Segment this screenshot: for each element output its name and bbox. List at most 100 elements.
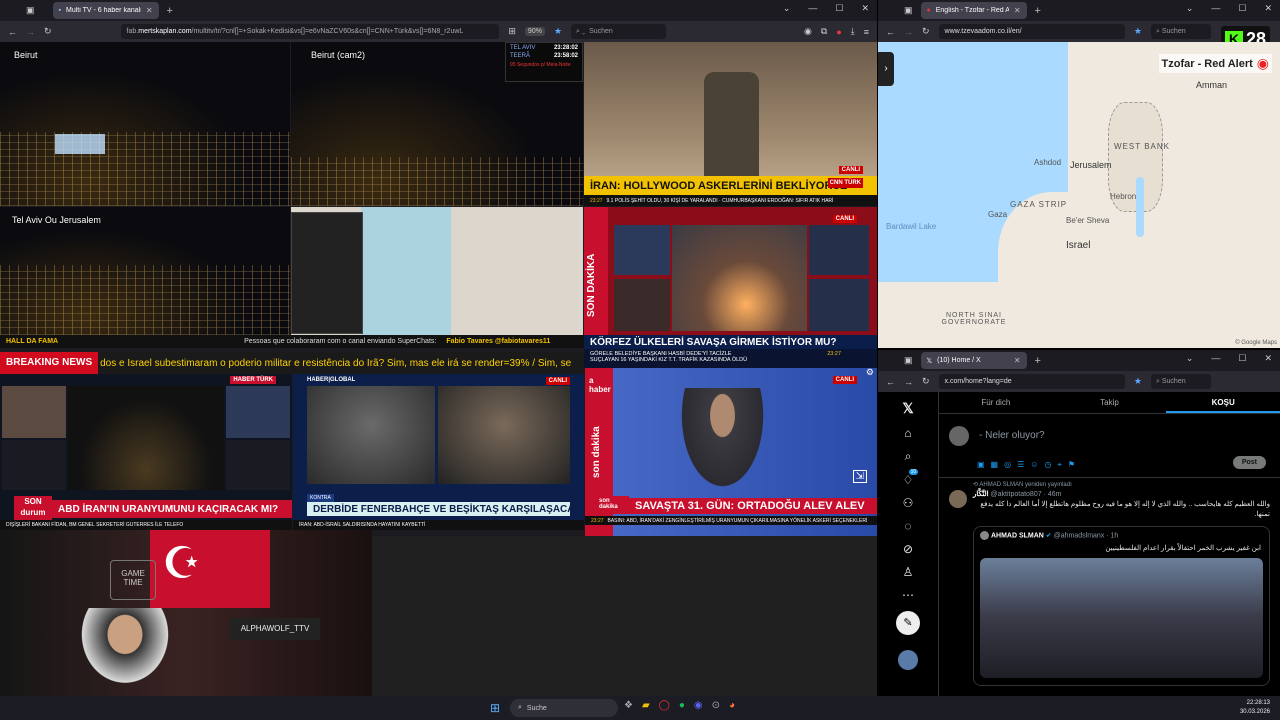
post-button[interactable]: Post	[1232, 456, 1266, 469]
profile-icon[interactable]: ♙	[903, 565, 914, 579]
x-logo-icon[interactable]: 𝕏	[902, 400, 913, 417]
close-tab-icon[interactable]: ✕	[1014, 356, 1021, 365]
back-icon[interactable]: ←	[886, 377, 895, 387]
haberturk-ticker-text: DIŞİŞLERİ BAKANI FİDAN, BM GENEL SEKRETE…	[6, 522, 184, 528]
spotify-icon[interactable]: ●	[679, 700, 685, 711]
new-tab-button[interactable]: +	[1035, 5, 1041, 17]
address-bar[interactable]: x.com/home?lang=de	[938, 374, 1125, 389]
maximize-button[interactable]: ☐	[1238, 3, 1246, 14]
pip-icon[interactable]: ⇲	[852, 470, 867, 483]
minimize-button[interactable]: —	[808, 3, 817, 14]
forward-icon[interactable]: →	[904, 377, 913, 387]
back-icon[interactable]: ←	[886, 27, 895, 37]
tweet[interactable]: ⟲ AHMAD SLMAN yeniden yayınladı التَّكَّ…	[939, 478, 1280, 696]
back-icon[interactable]: ←	[8, 27, 17, 37]
search-box[interactable]: ⌕ Suchen	[1151, 24, 1211, 39]
map-screen-capture[interactable]	[291, 207, 583, 335]
firefox-view-icon[interactable]: ▣	[904, 355, 913, 366]
discord-icon[interactable]: ◉	[694, 700, 703, 711]
compose-post-button[interactable]: ✎	[896, 611, 920, 635]
grok-icon[interactable]: ⊘	[903, 542, 913, 556]
close-tab-icon[interactable]: ✕	[146, 6, 153, 15]
close-tab-icon[interactable]: ✕	[1014, 6, 1021, 15]
maximize-button[interactable]: ☐	[835, 3, 843, 14]
alert-map[interactable]: › Tzofar - Red Alert ◉ Amman WEST BANK J…	[878, 42, 1280, 348]
forward-icon[interactable]: →	[904, 27, 913, 37]
ahaber-stream[interactable]: a haber son dakika CANLI ⚙ ⇲ son dakika …	[585, 368, 877, 536]
downloads-icon[interactable]: ⤓	[851, 26, 855, 37]
close-window-button[interactable]: ✕	[861, 3, 869, 14]
cam-beirut[interactable]: Beirut	[0, 42, 290, 206]
haberglobal-stream[interactable]: HABER|GLOBAL CANLI KONTRA DERBİDE FENERB…	[293, 374, 584, 530]
haberglobal-logo: HABER|GLOBAL	[307, 377, 356, 383]
forward-icon[interactable]: →	[26, 27, 35, 37]
compose-input[interactable]: - Neler oluyor?	[979, 430, 1045, 441]
steam-icon[interactable]: ⊙	[712, 700, 720, 711]
more-icon[interactable]: ⋯	[902, 588, 914, 602]
bookmark-star-icon[interactable]: ★	[1134, 376, 1142, 387]
zoom-level[interactable]: 90%	[524, 27, 545, 36]
maximize-button[interactable]: ☐	[1238, 353, 1246, 364]
search-box[interactable]: ⌕ Suchen	[1151, 374, 1211, 389]
reload-icon[interactable]: ↻	[922, 376, 930, 387]
ntv-side-strip: SON DAKİKA	[584, 207, 608, 335]
bookmark-star-icon[interactable]: ★	[1134, 26, 1142, 37]
list-tabs-icon[interactable]: ⌄	[1186, 353, 1194, 364]
tweet-text: والله العظيم كله هايحاسب .. والله الذي ل…	[980, 501, 1270, 518]
address-bar[interactable]: www.tzevaadom.co.il/en/	[938, 24, 1125, 39]
tab-multitv[interactable]: ▪ Multi TV - 6 haber kanalını aynı ✕	[52, 2, 159, 19]
ntv-stream[interactable]: SON DAKİKA CANLI	[584, 207, 877, 335]
start-icon[interactable]: ⊞	[490, 701, 500, 715]
account-icon[interactable]: ◉	[804, 26, 812, 37]
night-city-video	[68, 386, 224, 490]
list-tabs-icon[interactable]: ⌄	[1186, 3, 1194, 14]
tab-x-home[interactable]: 𝕏 (10) Home / X ✕	[920, 352, 1027, 369]
account-avatar[interactable]	[898, 650, 918, 670]
file-explorer-icon[interactable]: ▰	[642, 700, 650, 711]
doomsday-note: 95 Segundos p/ Meia-Noite	[510, 62, 571, 68]
explore-icon[interactable]: ⌕	[905, 449, 912, 464]
follow-icon[interactable]: ⚇	[903, 496, 914, 510]
taskbar-apps: ❖ ▰ ◯ ● ◉ ⊙ ◕	[624, 700, 735, 711]
x-favicon-icon: 𝕏	[926, 357, 933, 365]
tab-for-you[interactable]: Für dich	[939, 392, 1053, 413]
quoted-tweet[interactable]: AHMAD SLMAN ✔ @ahmadslmanx · 1h ابن غفير…	[973, 526, 1270, 686]
notifications-icon[interactable]: ♢ 10	[903, 469, 919, 487]
address-bar[interactable]: fab. mertskaplan.com/multitv/tr/?cnl[]=+S…	[120, 24, 500, 39]
haberturk-stream[interactable]: HABER TÜRK SON durum ABD İRAN'IN URANYUM…	[0, 374, 292, 530]
list-tabs-icon[interactable]: ⌄	[783, 3, 791, 14]
reload-icon[interactable]: ↻	[44, 26, 52, 37]
firefox-icon[interactable]: ◕	[729, 700, 735, 711]
ntv-headline-bar: KÖRFEZ ÜLKELERİ SAVAŞA GİRMEK İSTİYOR MU…	[584, 335, 877, 349]
messages-icon[interactable]: ◌	[904, 519, 911, 533]
reload-icon[interactable]: ↻	[922, 26, 930, 37]
firefox-view-icon[interactable]: ▣	[904, 5, 913, 16]
firefox-view-icon[interactable]: ▣	[26, 5, 35, 16]
bookmark-star-icon[interactable]: ★	[554, 26, 562, 37]
system-clock[interactable]: 22:28:13 30.03.2026	[1240, 699, 1270, 717]
x-main-column: Für dich Takip KOŞU - Neler oluyor? ▣▦◎☰…	[938, 392, 1280, 696]
home-icon[interactable]: ⌂	[904, 426, 911, 440]
menu-icon[interactable]: ≡	[864, 27, 869, 37]
new-tab-button[interactable]: +	[167, 5, 173, 17]
extensions-icon[interactable]: ⧉	[821, 26, 827, 37]
tab-following[interactable]: Takip	[1053, 392, 1167, 413]
cnn-turk-stream[interactable]: CANLI İRAN: HOLLYWOOD ASKERLERİNİ BEKLİY…	[584, 42, 877, 206]
close-window-button[interactable]: ✕	[1264, 353, 1272, 364]
cam-beirut-2[interactable]: Beirut (cam2) TEL AVIV 23:28:02 TEERÃ 23:5…	[291, 42, 583, 206]
translate-icon[interactable]: ⊞	[508, 26, 516, 37]
taskbar-search[interactable]: ⌕ Suche	[510, 699, 618, 717]
new-tab-button[interactable]: +	[1035, 355, 1041, 367]
settings-icon[interactable]: ⚙	[866, 368, 874, 378]
addon-icon[interactable]: ●	[836, 27, 841, 37]
minimize-button[interactable]: —	[1211, 353, 1220, 364]
search-box[interactable]: ⌕ ⌄ Suchen	[571, 24, 667, 39]
close-window-button[interactable]: ✕	[1264, 3, 1272, 14]
menu-toggle-button[interactable]: ›	[878, 52, 894, 86]
tab-kosu[interactable]: KOŞU	[1166, 392, 1280, 413]
cam-tel-aviv[interactable]: Tel Aviv Ou Jerusalem	[0, 207, 290, 335]
tab-tzofar[interactable]: ● English - Tzofar - Red Alert ✕	[920, 2, 1027, 19]
task-view-icon[interactable]: ❖	[624, 700, 633, 711]
minimize-button[interactable]: —	[1211, 3, 1220, 14]
opera-icon[interactable]: ◯	[659, 700, 670, 711]
